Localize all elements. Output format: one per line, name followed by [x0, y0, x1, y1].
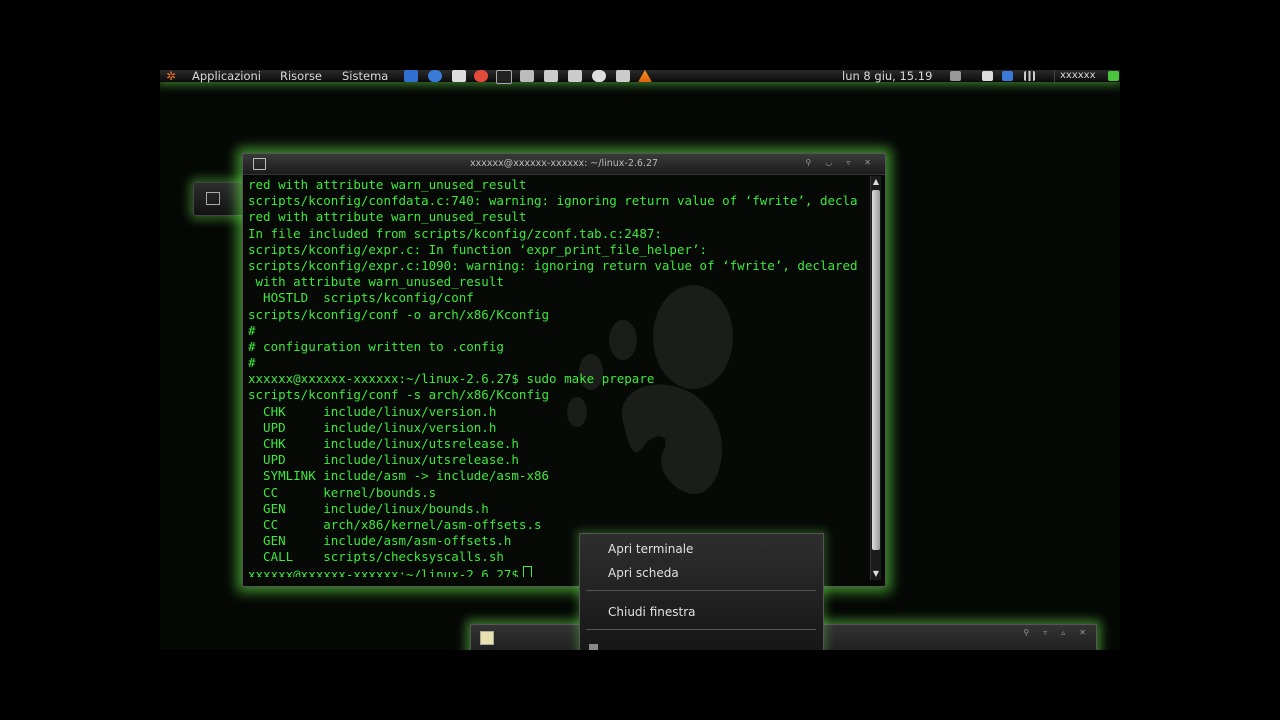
top-panel: ✲ Applicazioni Risorse Sistema lun 8 giu… — [160, 70, 1120, 84]
menu-item-apri-terminale[interactable]: Apri terminale — [608, 542, 693, 556]
terminal-line: CHK include/linux/utsrelease.h — [248, 436, 519, 451]
pin-icon[interactable]: ⚲ — [805, 158, 811, 167]
terminal-line: red with attribute warn_unused_result — [248, 177, 527, 192]
scroll-up-arrow-icon[interactable]: ▲ — [871, 176, 881, 188]
signal-bars-icon[interactable] — [1024, 71, 1035, 81]
terminal-launcher-icon[interactable] — [496, 70, 512, 84]
editor-close-icon[interactable]: ✕ — [1079, 628, 1086, 637]
document-launcher-icon[interactable] — [568, 70, 582, 82]
text-editor-launcher-icon[interactable] — [544, 70, 558, 82]
terminal-line: red with attribute warn_unused_result — [248, 209, 527, 225]
editor-maximize-icon[interactable]: ▵ — [1061, 628, 1065, 637]
terminal-line: CHK include/linux/version.h — [248, 403, 497, 419]
context-menu: Apri terminale Apri scheda Chiudi finest… — [579, 533, 824, 650]
menu-item-apri-scheda[interactable]: Apri scheda — [608, 566, 679, 580]
text-editor-icon — [480, 631, 494, 645]
scrollbar-thumb[interactable] — [872, 190, 880, 550]
firefox-launcher-icon[interactable] — [428, 70, 442, 82]
terminal-prompt: xxxxxx@xxxxxx-xxxxxx:~/linux-2.6.27$ — [248, 566, 519, 578]
vlc-launcher-icon[interactable] — [638, 70, 652, 82]
terminal-line: xxxxxx@xxxxxx-xxxxxx:~/linux-2.6.27$ sud… — [248, 371, 655, 387]
terminal-line: UPD include/linux/version.h — [248, 419, 497, 435]
thunderbird-launcher-icon[interactable] — [404, 70, 418, 82]
editor-minimize-icon[interactable]: ▿ — [1043, 628, 1047, 637]
disc-launcher-icon[interactable] — [592, 70, 606, 82]
menu-separator — [586, 590, 816, 591]
image-viewer-launcher-icon[interactable] — [452, 70, 466, 82]
terminal-titlebar[interactable]: xxxxxx@xxxxxx-xxxxxx: ~/linux-2.6.27 ⚲ ◡ ▿… — [243, 154, 885, 175]
session-icon[interactable] — [1108, 71, 1119, 81]
ubuntu-logo-icon[interactable]: ✲ — [166, 70, 180, 82]
terminal-line: scripts/kconfig/expr.c:1090: warning: ig… — [248, 257, 858, 273]
terminal-line: # — [248, 322, 256, 338]
terminal-line: GEN include/linux/bounds.h — [248, 500, 489, 516]
user-name[interactable]: xxxxxx — [1060, 70, 1096, 82]
window-controls: ⚲ ◡ ▿ ✕ — [791, 156, 871, 170]
terminal-line: # configuration written to .config — [248, 338, 504, 354]
terminal-line: with attribute warn_unused_result — [248, 274, 504, 290]
menu-risorse[interactable]: Risorse — [280, 70, 322, 82]
menu-applicazioni[interactable]: Applicazioni — [192, 70, 261, 82]
tray-window-icon[interactable] — [982, 71, 993, 81]
terminal-line: scripts/kconfig/conf -s arch/x86/Kconfig — [248, 387, 550, 403]
editor-window-controls: ⚲ ▿ ▵ ✕ — [1009, 628, 1086, 637]
menu-sistema[interactable]: Sistema — [342, 70, 388, 82]
help-launcher-icon[interactable] — [474, 70, 488, 82]
terminal-lines: red with attribute warn_unused_result scr… — [248, 177, 863, 566]
scroll-down-arrow-icon[interactable]: ▼ — [871, 568, 881, 580]
terminal-line: HOSTLD scripts/kconfig/conf — [248, 290, 474, 306]
menu-item-chiudi-finestra[interactable]: Chiudi finestra — [608, 605, 695, 619]
terminal-line: CC arch/x86/kernel/asm-offsets.s — [248, 516, 542, 532]
text-cursor — [522, 565, 532, 577]
terminal-output[interactable]: red with attribute warn_unused_result scr… — [248, 177, 863, 577]
terminal-line: SYMLINK include/asm -> include/asm-x86 — [248, 468, 550, 484]
terminal-window[interactable]: xxxxxx@xxxxxx-xxxxxx: ~/linux-2.6.27 ⚲ ◡ ▿… — [242, 153, 886, 587]
window-icon — [206, 192, 220, 205]
terminal-line: scripts/kconfig/expr.c: In function ‘exp… — [248, 241, 708, 257]
terminal-line: UPD include/linux/utsrelease.h — [248, 452, 519, 468]
clock[interactable]: lun 8 giu, 15.19 — [842, 70, 932, 82]
terminal-scrollbar[interactable]: ▲ ▼ — [870, 176, 881, 580]
network-icon[interactable] — [1002, 71, 1013, 81]
desktop: ✲ Applicazioni Risorse Sistema lun 8 giu… — [160, 70, 1120, 650]
shade-icon[interactable]: ◡ — [825, 158, 832, 167]
terminal-line: scripts/kconfig/confdata.c:740: warning:… — [248, 193, 858, 209]
app-launcher-icon[interactable] — [616, 70, 630, 82]
volume-icon[interactable] — [950, 71, 961, 81]
menu-separator — [586, 629, 816, 630]
terminal-line: CC kernel/bounds.s — [248, 484, 437, 500]
terminal-line: scripts/kconfig/conf -o arch/x86/Kconfig — [248, 306, 550, 322]
terminal-line: In file included from scripts/kconfig/zc… — [248, 225, 662, 241]
editor-pin-icon[interactable]: ⚲ — [1023, 628, 1029, 637]
minimize-icon[interactable]: ▿ — [846, 158, 850, 167]
close-icon[interactable]: ✕ — [864, 158, 871, 167]
terminal-title: xxxxxx@xxxxxx-xxxxxx: ~/linux-2.6.27 — [469, 158, 659, 169]
menu-item-icon — [589, 644, 598, 650]
terminal-line: # — [248, 355, 256, 371]
files-launcher-icon[interactable] — [520, 70, 534, 82]
